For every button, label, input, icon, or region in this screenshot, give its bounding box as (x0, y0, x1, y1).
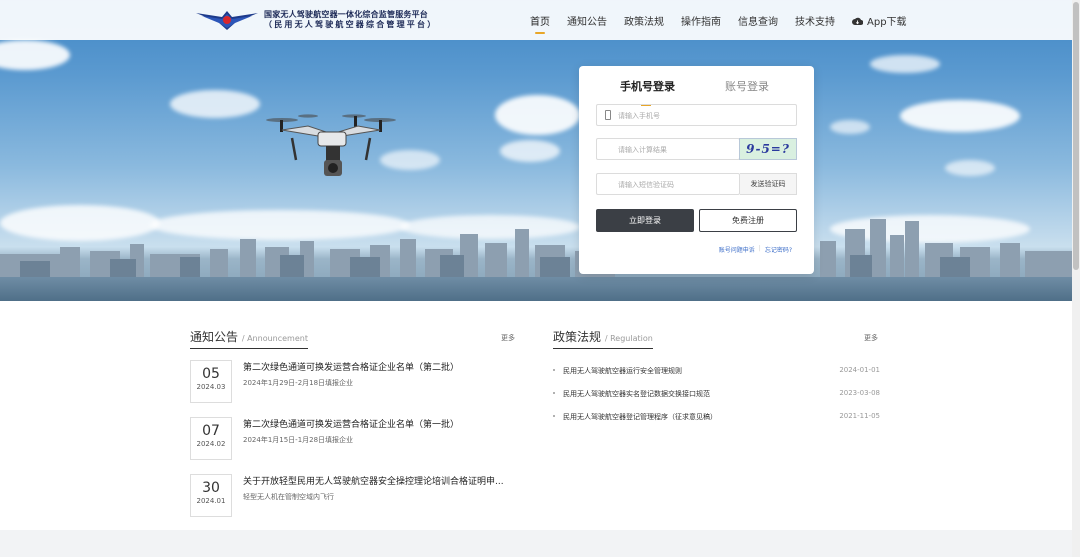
notices-title: 通知公告 (190, 330, 239, 344)
notice-date-box: 30 2024.01 (190, 474, 232, 517)
city-skyline-image (0, 219, 1072, 279)
bullet-dot (553, 392, 555, 394)
sms-code-placeholder: 请输入短信验证码 (618, 181, 674, 189)
policy-title[interactable]: 民用无人驾驶航空器登记管理程序（征求意见稿） (563, 412, 717, 422)
drone-image (266, 114, 396, 176)
policy-date: 2023-03-08 (839, 389, 880, 397)
page-scrollbar[interactable] (1072, 0, 1080, 557)
menu-tech-support[interactable]: 技术支持 (795, 13, 835, 28)
hero-banner (0, 0, 1072, 301)
menu-app-download[interactable]: App下载 (852, 13, 907, 28)
notice-year-month: 2024.03 (196, 383, 226, 391)
notice-day: 30 (202, 480, 220, 496)
send-sms-code-button[interactable]: 发送验证码 (740, 173, 797, 195)
content-section: 通知公告 / Announcement 更多 05 2024.03 第二次绿色通… (0, 301, 1072, 530)
notice-date-box: 07 2024.02 (190, 417, 232, 460)
brand-line-1: 国家无人驾驶航空器一体化综合监管服务平台 (264, 10, 428, 19)
captcha-image[interactable]: 9-5=? (739, 138, 797, 160)
notice-year-month: 2024.01 (196, 497, 226, 505)
sms-code-input[interactable]: 请输入短信验证码 (596, 173, 740, 195)
page: 国家无人驾驶航空器一体化综合监管服务平台 （民用无人驾驶航空器综合管理平台） 首… (0, 0, 1080, 557)
login-help-links: 账号问题申诉 | 忘记密码? (719, 245, 792, 254)
phone-input[interactable]: 请输入手机号 (596, 104, 797, 126)
link-divider: | (758, 245, 761, 252)
tab-account-login[interactable]: 账号登录 (725, 78, 769, 94)
menu-info-query[interactable]: 信息查询 (738, 13, 778, 28)
forgot-password-link[interactable]: 忘记密码? (765, 245, 792, 254)
notice-subtitle: 轻型无人机在管制空域内飞行 (243, 493, 334, 501)
notice-subtitle: 2024年1月29日-2月18日填报企业 (243, 379, 354, 387)
notice-date-box: 05 2024.03 (190, 360, 232, 403)
water-image (0, 277, 1072, 301)
menu-guide[interactable]: 操作指南 (681, 13, 721, 28)
brand-line-2: （民用无人驾驶航空器综合管理平台） (264, 20, 438, 29)
menu-notices[interactable]: 通知公告 (567, 13, 607, 28)
login-panel: 手机号登录 账号登录 请输入手机号 请输入计算结果 9-5=? 请输入短信验证码… (579, 66, 814, 274)
notice-title[interactable]: 关于开放轻型民用无人驾驶航空器安全操控理论培训合格证明申... (243, 474, 504, 487)
policy-title[interactable]: 民用无人驾驶航空器实名登记数据交换接口规范 (563, 389, 710, 399)
policies-more-link[interactable]: 更多 (864, 333, 878, 343)
notice-day: 05 (202, 366, 220, 382)
notices-section-title: 通知公告 / Announcement (190, 328, 308, 349)
policies-title-en: / Regulation (604, 334, 653, 343)
phone-input-placeholder: 请输入手机号 (618, 112, 660, 120)
tab-phone-login[interactable]: 手机号登录 (620, 78, 675, 94)
register-button[interactable]: 免费注册 (699, 209, 797, 232)
phone-icon (605, 110, 611, 120)
notices-title-en: / Announcement (241, 334, 308, 343)
policies-section-title: 政策法规 / Regulation (553, 328, 653, 349)
cloud-download-icon (852, 17, 863, 25)
captcha-answer-placeholder: 请输入计算结果 (618, 146, 667, 154)
scrollbar-thumb[interactable] (1073, 2, 1079, 270)
login-tabs: 手机号登录 账号登录 (579, 78, 814, 106)
login-button[interactable]: 立即登录 (596, 209, 694, 232)
policy-date: 2021-11-05 (839, 412, 880, 420)
notice-item[interactable]: 07 2024.02 第二次绿色通道可换发运营合格证企业名单（第一批） 2024… (190, 417, 520, 462)
notice-item[interactable]: 30 2024.01 关于开放轻型民用无人驾驶航空器安全操控理论培训合格证明申.… (190, 474, 520, 519)
top-navbar: 国家无人驾驶航空器一体化综合监管服务平台 （民用无人驾驶航空器综合管理平台） 首… (0, 0, 1072, 40)
menu-home[interactable]: 首页 (530, 13, 550, 34)
policy-date: 2024-01-01 (839, 366, 880, 374)
bullet-dot (553, 369, 555, 371)
main-menu: 首页 通知公告 政策法规 操作指南 信息查询 技术支持 App下载 (530, 13, 907, 34)
notice-title[interactable]: 第二次绿色通道可换发运营合格证企业名单（第一批） (243, 417, 459, 430)
menu-policies[interactable]: 政策法规 (624, 13, 664, 28)
policy-title[interactable]: 民用无人驾驶航空器运行安全管理规则 (563, 366, 682, 376)
bullet-dot (553, 415, 555, 417)
app-download-label: App下载 (867, 17, 907, 28)
caac-logo (196, 11, 258, 30)
notice-item[interactable]: 05 2024.03 第二次绿色通道可换发运营合格证企业名单（第二批） 2024… (190, 360, 520, 405)
notice-subtitle: 2024年1月15日-1月28日填报企业 (243, 436, 354, 444)
notices-more-link[interactable]: 更多 (501, 333, 515, 343)
account-appeal-link[interactable]: 账号问题申诉 (719, 245, 755, 254)
captcha-answer-input[interactable]: 请输入计算结果 (596, 138, 740, 160)
brand-name: 国家无人驾驶航空器一体化综合监管服务平台 （民用无人驾驶航空器综合管理平台） (264, 10, 437, 30)
policies-title: 政策法规 (553, 330, 602, 344)
notice-year-month: 2024.02 (196, 440, 226, 448)
notice-day: 07 (202, 423, 220, 439)
notice-title[interactable]: 第二次绿色通道可换发运营合格证企业名单（第二批） (243, 360, 459, 373)
